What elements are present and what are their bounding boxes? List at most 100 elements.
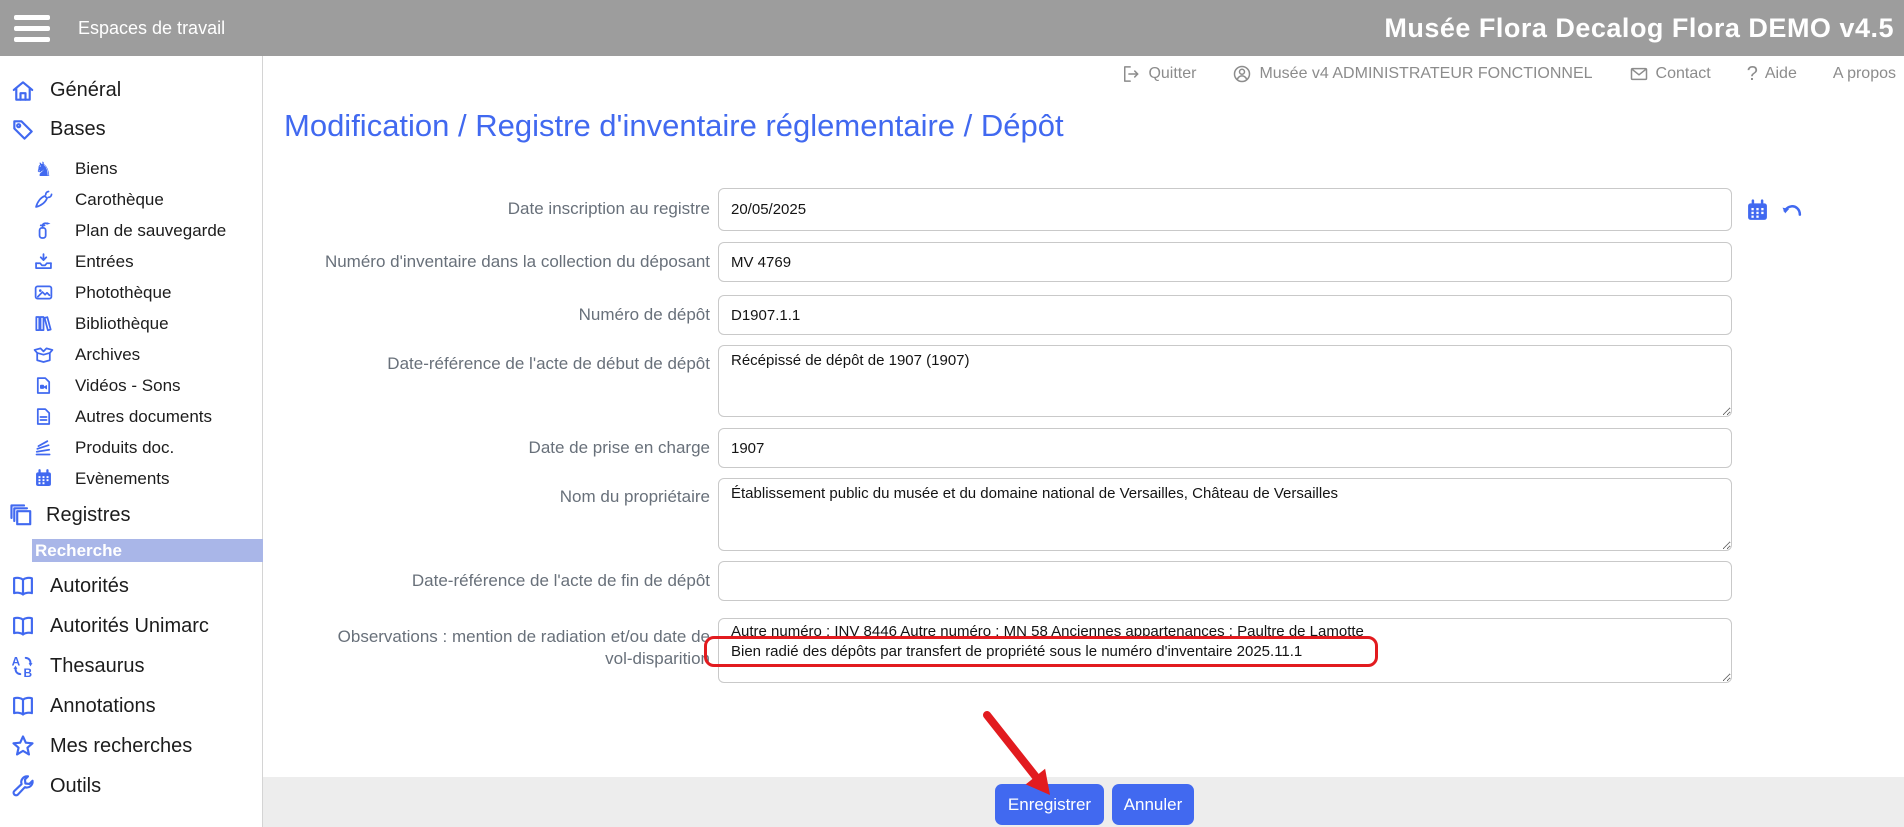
field-label-numero-depot: Numéro de dépôt xyxy=(283,295,710,335)
sidebar-label: Bases xyxy=(50,118,106,141)
sidebar-label: Archives xyxy=(75,345,140,365)
sidebar-label: Bibliothèque xyxy=(75,314,169,334)
books-icon xyxy=(33,313,54,334)
sidebar-label: Plan de sauvegarde xyxy=(75,221,226,241)
sidebar-label: Entrées xyxy=(75,252,134,272)
svg-text:B: B xyxy=(24,666,33,679)
core-sample-icon xyxy=(33,189,54,210)
user-menu[interactable]: Musée v4 ADMINISTRATEUR FONCTIONNEL xyxy=(1232,64,1592,84)
image-icon xyxy=(33,282,54,303)
sidebar-label: Autres documents xyxy=(75,407,212,427)
sidebar-item-registres[interactable]: Registres xyxy=(0,494,262,536)
sidebar-label: Mes recherches xyxy=(50,735,192,758)
sidebar-item-bibliotheque[interactable]: Bibliothèque xyxy=(0,308,262,339)
user-circle-icon xyxy=(1232,64,1252,84)
open-book-icon xyxy=(10,693,36,719)
sidebar-item-autres-documents[interactable]: Autres documents xyxy=(0,401,262,432)
sidebar-label: Outils xyxy=(50,775,101,798)
sidebar-item-produits-doc[interactable]: Produits doc. xyxy=(0,432,262,463)
save-button[interactable]: Enregistrer xyxy=(995,784,1104,825)
sidebar-label: Evènements xyxy=(75,469,170,489)
field-label-date-inscription: Date inscription au registre xyxy=(283,188,710,231)
sidebar-label: Thesaurus xyxy=(50,655,145,678)
open-book-icon xyxy=(10,573,36,599)
top-header: Espaces de travail Musée Flora Decalog F… xyxy=(0,0,1904,56)
undo-icon[interactable] xyxy=(1780,199,1803,222)
field-label-nom-proprietaire: Nom du propriétaire xyxy=(283,478,710,551)
sidebar-label: Registres xyxy=(46,504,130,527)
wrench-icon xyxy=(10,773,36,799)
open-box-icon xyxy=(33,344,54,365)
open-book-icon xyxy=(10,613,36,639)
sidebar-item-thesaurus[interactable]: AB Thesaurus xyxy=(0,646,262,686)
numero-inventaire-input[interactable] xyxy=(718,242,1732,282)
svg-text:A: A xyxy=(12,654,21,668)
field-label-acte-fin-depot: Date-référence de l'acte de fin de dépôt xyxy=(283,561,710,601)
account-bar: Quitter Musée v4 ADMINISTRATEUR FONCTION… xyxy=(1121,56,1896,92)
quit-button[interactable]: Quitter xyxy=(1121,64,1196,84)
date-inscription-input[interactable] xyxy=(718,188,1732,231)
quit-label: Quitter xyxy=(1148,65,1196,83)
fire-extinguisher-icon xyxy=(33,220,54,241)
sidebar-item-archives[interactable]: Archives xyxy=(0,339,262,370)
star-icon xyxy=(10,733,36,759)
field-label-observations: Observations : mention de radiation et/o… xyxy=(325,618,710,683)
envelope-icon xyxy=(1629,64,1649,84)
question-icon: ? xyxy=(1747,63,1758,86)
sidebar-item-entrees[interactable]: Entrées xyxy=(0,246,262,277)
app-title: Musée Flora Decalog Flora DEMO v4.5 xyxy=(1384,0,1894,56)
sidebar-item-outils[interactable]: Outils xyxy=(0,766,262,806)
contact-label: Contact xyxy=(1656,65,1711,83)
user-name: Musée v4 ADMINISTRATEUR FONCTIONNEL xyxy=(1259,65,1592,83)
logout-icon xyxy=(1121,64,1141,84)
about-label: A propos xyxy=(1833,65,1896,83)
sidebar-label: Général xyxy=(50,79,121,102)
sidebar-item-autorites-unimarc[interactable]: Autorités Unimarc xyxy=(0,606,262,646)
about-button[interactable]: A propos xyxy=(1833,65,1896,83)
sidebar-item-recherche-selected[interactable]: Recherche xyxy=(32,539,263,562)
sidebar-item-videos-sons[interactable]: Vidéos - Sons xyxy=(0,370,262,401)
hamburger-menu-icon[interactable] xyxy=(14,15,50,42)
calendar-icon[interactable] xyxy=(1746,199,1769,222)
field-label-date-prise-en-charge: Date de prise en charge xyxy=(283,428,710,468)
sidebar-label: Annotations xyxy=(50,695,156,718)
sidebar-label: Autorités Unimarc xyxy=(50,615,209,638)
tag-icon xyxy=(10,117,36,143)
translate-ab-icon: AB xyxy=(10,653,36,679)
date-prise-en-charge-input[interactable] xyxy=(718,428,1732,468)
page-title: Modification / Registre d'inventaire rég… xyxy=(284,108,1064,144)
workspace-label: Espaces de travail xyxy=(78,0,225,56)
sidebar-item-carotheque[interactable]: Carothèque xyxy=(0,184,262,215)
sidebar-item-biens[interactable]: ♞ Biens xyxy=(0,153,262,184)
help-button[interactable]: ? Aide xyxy=(1747,63,1797,86)
numero-depot-input[interactable] xyxy=(718,295,1732,335)
contact-button[interactable]: Contact xyxy=(1629,64,1711,84)
sidebar-item-phototheque[interactable]: Photothèque xyxy=(0,277,262,308)
sidebar: Général Bases ♞ Biens Carothèque Plan de… xyxy=(0,56,263,827)
sidebar-label: Carothèque xyxy=(75,190,164,210)
cancel-button[interactable]: Annuler xyxy=(1112,784,1194,825)
nom-proprietaire-textarea[interactable]: Établissement public du musée et du doma… xyxy=(718,478,1732,551)
field-label-acte-debut-depot: Date-référence de l'acte de début de dép… xyxy=(283,345,710,417)
sidebar-item-plan-de-sauvegarde[interactable]: Plan de sauvegarde xyxy=(0,215,262,246)
chess-knight-icon: ♞ xyxy=(33,158,54,179)
sidebar-label: Vidéos - Sons xyxy=(75,376,181,396)
video-file-icon xyxy=(33,375,54,396)
acte-fin-depot-input[interactable] xyxy=(718,561,1732,601)
inbox-in-icon xyxy=(33,251,54,272)
help-label: Aide xyxy=(1765,65,1797,83)
sidebar-label: Photothèque xyxy=(75,283,171,303)
sidebar-item-annotations[interactable]: Annotations xyxy=(0,686,262,726)
sidebar-item-bases[interactable]: Bases xyxy=(0,110,262,149)
document-icon xyxy=(33,406,54,427)
acte-debut-depot-textarea[interactable]: Récépissé de dépôt de 1907 (1907) xyxy=(718,345,1732,417)
sidebar-item-general[interactable]: Général xyxy=(0,71,262,110)
observations-textarea[interactable]: Autre numéro : INV 8446 Autre numéro : M… xyxy=(718,618,1732,683)
field-label-numero-inventaire: Numéro d'inventaire dans la collection d… xyxy=(283,242,710,282)
calendar-icon xyxy=(33,468,54,489)
sidebar-label: Autorités xyxy=(50,575,129,598)
sidebar-item-mes-recherches[interactable]: Mes recherches xyxy=(0,726,262,766)
sidebar-item-evenements[interactable]: Evènements xyxy=(0,463,262,494)
stacked-windows-icon xyxy=(8,502,34,528)
sidebar-item-autorites[interactable]: Autorités xyxy=(0,566,262,606)
